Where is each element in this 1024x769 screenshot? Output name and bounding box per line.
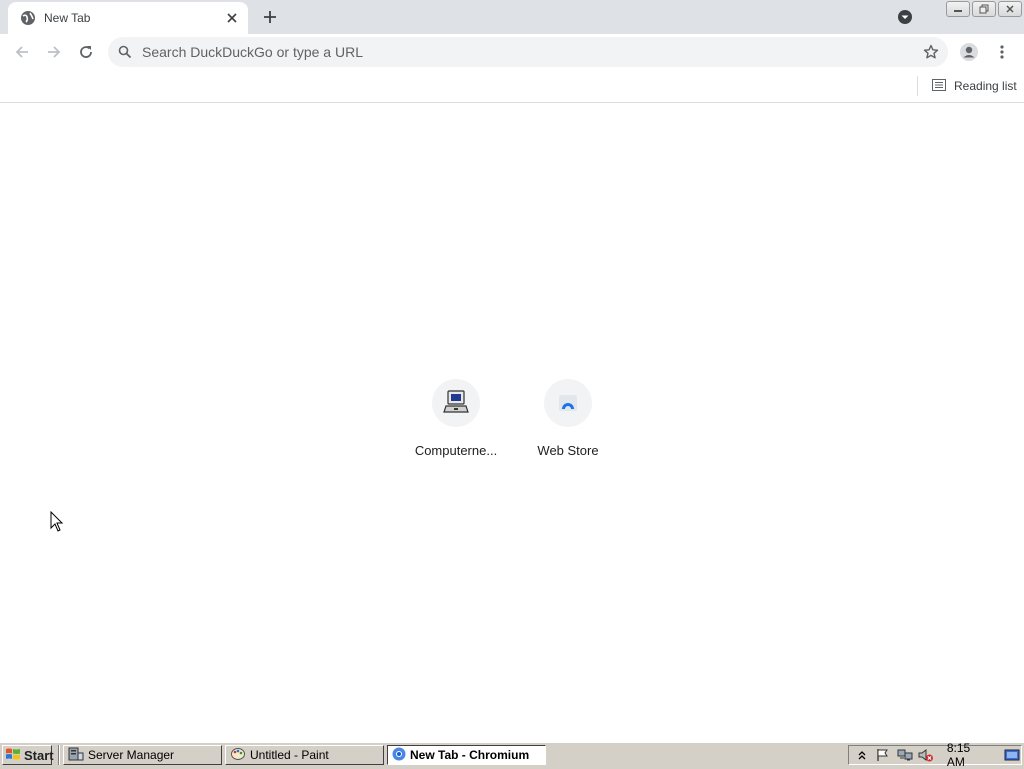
taskbar: Start Server Manager Untitled - Paint Ne…: [0, 741, 1024, 769]
restore-icon[interactable]: [972, 1, 996, 17]
server-manager-icon: [68, 747, 84, 764]
taskbar-item-paint[interactable]: Untitled - Paint: [225, 745, 384, 765]
browser-toolbar: [0, 34, 1024, 70]
shortcut-tile[interactable]: Computerne...: [400, 377, 512, 467]
tab-search-icon[interactable]: [895, 7, 915, 27]
show-desktop-icon[interactable]: [1004, 747, 1021, 763]
computer-icon: [443, 389, 469, 418]
mouse-cursor-icon: [50, 510, 64, 533]
taskbar-clock[interactable]: 8:15 AM: [947, 741, 990, 769]
reading-list-button[interactable]: Reading list: [926, 74, 1023, 98]
start-label: Start: [24, 747, 54, 763]
system-tray: 8:15 AM: [848, 741, 1022, 769]
taskbar-item-chromium[interactable]: New Tab - Chromium: [387, 745, 546, 765]
tab-title: New Tab: [44, 11, 91, 25]
paint-icon: [230, 747, 246, 764]
window-controls: [946, 1, 1022, 17]
taskbar-item-label: New Tab - Chromium: [410, 748, 530, 762]
show-hidden-icons-icon[interactable]: [853, 747, 870, 763]
volume-muted-icon[interactable]: [917, 747, 934, 763]
reload-icon[interactable]: [74, 40, 98, 64]
tab-new-tab[interactable]: New Tab: [8, 2, 248, 34]
chromium-icon: [392, 747, 406, 764]
search-icon: [118, 45, 132, 59]
reading-list-icon: [932, 78, 946, 94]
globe-icon: [20, 10, 36, 26]
shortcut-tile[interactable]: Web Store: [512, 377, 624, 467]
action-center-flag-icon[interactable]: [874, 747, 891, 763]
taskbar-separator: [58, 745, 60, 765]
profile-avatar-icon[interactable]: [957, 40, 981, 64]
web-store-icon: [555, 389, 581, 418]
forward-arrow-icon[interactable]: [42, 40, 66, 64]
tab-strip: New Tab: [0, 0, 1024, 34]
close-window-icon[interactable]: [998, 1, 1022, 17]
taskbar-item-server-manager[interactable]: Server Manager: [63, 745, 222, 765]
taskbar-item-label: Server Manager: [88, 748, 175, 762]
address-input[interactable]: [140, 37, 904, 67]
back-arrow-icon[interactable]: [10, 40, 34, 64]
taskbar-item-label: Untitled - Paint: [250, 748, 329, 762]
new-tab-page: Computerne... Web Store: [0, 103, 1024, 740]
start-button[interactable]: Start: [2, 745, 54, 765]
network-icon[interactable]: [896, 747, 913, 763]
omnibox[interactable]: [108, 37, 948, 67]
kebab-menu-icon[interactable]: [990, 40, 1014, 64]
bookmark-star-icon[interactable]: [922, 43, 940, 61]
bookmarks-separator: [917, 76, 918, 96]
shortcut-icon-circle: [432, 379, 480, 427]
close-tab-icon[interactable]: [224, 10, 240, 26]
minimize-icon[interactable]: [946, 1, 970, 17]
shortcut-label: Computerne...: [414, 443, 498, 458]
bookmarks-bar: Reading list: [0, 70, 1024, 103]
windows-logo-icon: [5, 747, 21, 764]
reading-list-label: Reading list: [954, 79, 1017, 93]
shortcut-label: Web Store: [537, 443, 599, 458]
new-tab-plus-icon[interactable]: [258, 5, 282, 29]
shortcut-icon-circle: [544, 379, 592, 427]
